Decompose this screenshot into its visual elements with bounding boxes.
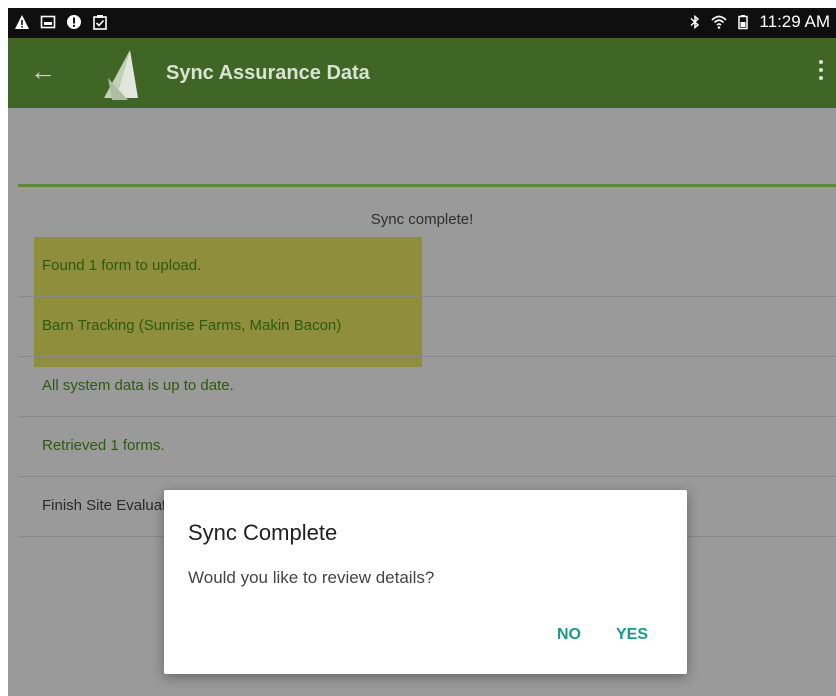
page-title: Sync Assurance Data [166, 62, 370, 84]
arrow-back-icon[interactable]: ← [30, 58, 56, 84]
list-item: Found 1 form to upload. [8, 237, 836, 297]
list-item-text: Found 1 form to upload. [42, 257, 202, 274]
list-item-text: Retrieved 1 forms. [42, 437, 165, 454]
clipboard-icon [93, 15, 107, 30]
battery-icon [738, 15, 749, 30]
app-screen: 11:29 AM ← Sync Assurance Data Sync comp… [8, 8, 836, 696]
alert-icon [67, 15, 81, 29]
wifi-icon [711, 15, 727, 29]
list-item: Retrieved 1 forms. [8, 417, 836, 477]
dialog-message: Would you like to review details? [188, 568, 435, 587]
yes-button[interactable]: YES [616, 626, 648, 644]
app-logo [104, 50, 138, 100]
list-item-text: Barn Tracking (Sunrise Farms, Makin Baco… [42, 317, 342, 334]
status-bar: 11:29 AM [8, 8, 836, 38]
overflow-menu-icon[interactable] [818, 60, 824, 84]
list-item-text: All system data is up to date. [42, 377, 234, 394]
status-time: 11:29 AM [759, 12, 830, 31]
app-bar: ← Sync Assurance Data [8, 38, 836, 108]
no-button[interactable]: NO [557, 626, 581, 644]
warning-icon [15, 15, 29, 29]
dialog-title: Sync Complete [188, 520, 338, 545]
list-item[interactable]: Barn Tracking (Sunrise Farms, Makin Baco… [8, 297, 836, 357]
list-item: All system data is up to date. [8, 357, 836, 417]
bluetooth-icon [690, 14, 700, 30]
sync-status-message: Sync complete! [370, 211, 474, 228]
progress-divider [18, 184, 836, 187]
sync-complete-dialog: Sync Complete Would you like to review d… [164, 490, 687, 674]
image-icon [40, 15, 56, 29]
